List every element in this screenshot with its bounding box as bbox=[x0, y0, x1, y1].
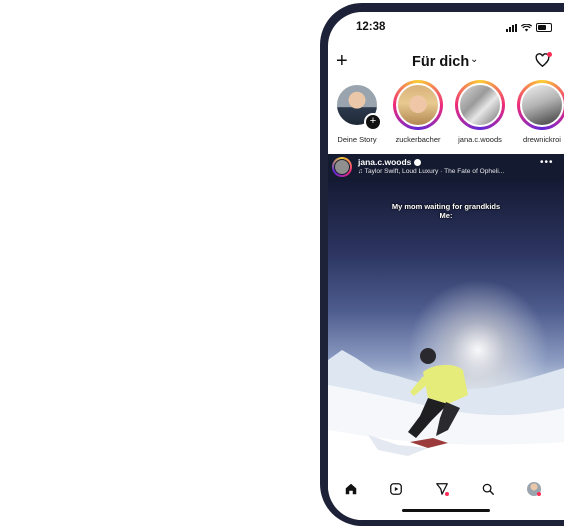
avatar bbox=[520, 83, 564, 127]
story-label: drewnickroi bbox=[523, 135, 561, 144]
signal-icon bbox=[506, 23, 517, 32]
avatar bbox=[396, 83, 440, 127]
home-indicator bbox=[402, 509, 490, 512]
direct-icon[interactable] bbox=[432, 479, 452, 499]
status-bar: 12:38 bbox=[328, 12, 564, 42]
story-ring bbox=[517, 80, 564, 130]
bottom-nav bbox=[328, 470, 564, 520]
add-story-icon[interactable]: + bbox=[364, 113, 382, 131]
post-header: jana.c.woods ♫ Taylor Swift, Loud Luxury… bbox=[328, 154, 564, 180]
story-item[interactable]: jana.c.woods bbox=[450, 80, 510, 144]
phone-screen: 12:38 + Für dich ⌄ + Deine Story zuckerb… bbox=[328, 12, 564, 520]
status-time: 12:38 bbox=[356, 21, 386, 33]
notification-dot bbox=[547, 52, 552, 57]
feed-header: + Für dich ⌄ bbox=[328, 50, 564, 74]
post-avatar[interactable] bbox=[332, 157, 352, 177]
search-icon[interactable] bbox=[478, 479, 498, 499]
caption-line: My mom waiting for grandkids bbox=[391, 202, 501, 211]
verified-icon bbox=[414, 159, 422, 167]
feed-selector-title[interactable]: Für dich bbox=[412, 54, 469, 70]
plus-icon[interactable]: + bbox=[336, 51, 348, 71]
story-item[interactable]: zuckerbacher bbox=[388, 80, 448, 144]
story-item-own[interactable]: + Deine Story bbox=[328, 80, 387, 144]
story-label: jana.c.woods bbox=[458, 135, 502, 144]
profile-badge bbox=[537, 492, 541, 496]
video-caption: My mom waiting for grandkids Me: bbox=[328, 202, 564, 220]
caption-line: Me: bbox=[439, 211, 453, 220]
profile-avatar[interactable] bbox=[524, 479, 544, 499]
reels-icon[interactable] bbox=[386, 479, 406, 499]
chevron-down-icon[interactable]: ⌄ bbox=[470, 54, 478, 65]
home-icon[interactable] bbox=[341, 479, 361, 499]
story-label: zuckerbacher bbox=[395, 135, 441, 144]
post-video[interactable]: My mom waiting for grandkids Me: bbox=[328, 180, 564, 470]
direct-badge bbox=[445, 492, 449, 496]
post-music-label[interactable]: ♫ Taylor Swift, Loud Luxury · The Fate o… bbox=[358, 168, 504, 175]
wifi-icon bbox=[521, 23, 532, 31]
post-username[interactable]: jana.c.woods bbox=[358, 157, 422, 167]
story-item[interactable]: drewnickroi bbox=[512, 80, 564, 144]
snowboard-scene bbox=[328, 280, 564, 470]
status-icons bbox=[506, 23, 552, 32]
story-ring bbox=[455, 80, 505, 130]
battery-icon bbox=[536, 23, 552, 32]
stories-tray: + Deine Story zuckerbacher jana.c.woods … bbox=[328, 80, 564, 150]
story-ring bbox=[393, 80, 443, 130]
story-label: Deine Story bbox=[337, 135, 377, 144]
more-options-icon[interactable]: ••• bbox=[540, 157, 554, 168]
avatar bbox=[458, 83, 502, 127]
